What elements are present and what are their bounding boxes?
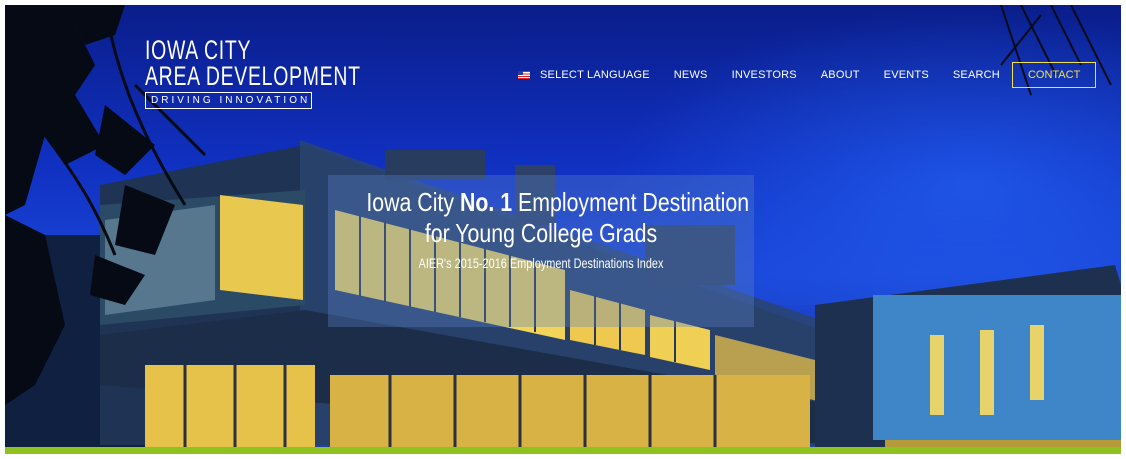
nav-investors[interactable]: INVESTORS bbox=[732, 69, 797, 81]
nav-search[interactable]: SEARCH bbox=[953, 69, 1000, 81]
accent-bar bbox=[5, 447, 1121, 454]
hero-subtitle: AIER's 2015-2016 Employment Destinations… bbox=[418, 255, 664, 271]
hero-title-post: Employment Destination bbox=[512, 187, 750, 217]
hero-overlay: Iowa City No. 1 Employment Destination f… bbox=[328, 175, 754, 327]
hero-title: Iowa City No. 1 Employment Destination bbox=[366, 187, 749, 218]
hero-banner: IOWA CITY AREA DEVELOPMENT DRIVING INNOV… bbox=[5, 5, 1121, 454]
hero-title-bold: No. 1 bbox=[459, 187, 513, 217]
contact-button[interactable]: CONTACT bbox=[1011, 62, 1097, 88]
logo-line-2: AREA DEVELOPMENT bbox=[145, 61, 361, 91]
nav-events[interactable]: EVENTS bbox=[884, 69, 929, 81]
nav-about[interactable]: ABOUT bbox=[821, 69, 860, 81]
logo-line-1: IOWA CITY bbox=[145, 35, 252, 65]
nav-select-language[interactable]: SELECT LANGUAGE bbox=[518, 69, 650, 81]
nav-select-language-label: SELECT LANGUAGE bbox=[540, 69, 650, 81]
hero-title-pre: Iowa City bbox=[366, 187, 460, 217]
nav-news[interactable]: NEWS bbox=[674, 69, 708, 81]
site-logo[interactable]: IOWA CITY AREA DEVELOPMENT DRIVING INNOV… bbox=[145, 37, 445, 109]
main-nav: SELECT LANGUAGE NEWS INVESTORS ABOUT EVE… bbox=[518, 60, 1097, 90]
us-flag-icon bbox=[518, 71, 530, 80]
hero-title-line-2: for Young College Grads bbox=[424, 218, 658, 248]
logo-tagline: DRIVING INNOVATION bbox=[145, 92, 312, 109]
